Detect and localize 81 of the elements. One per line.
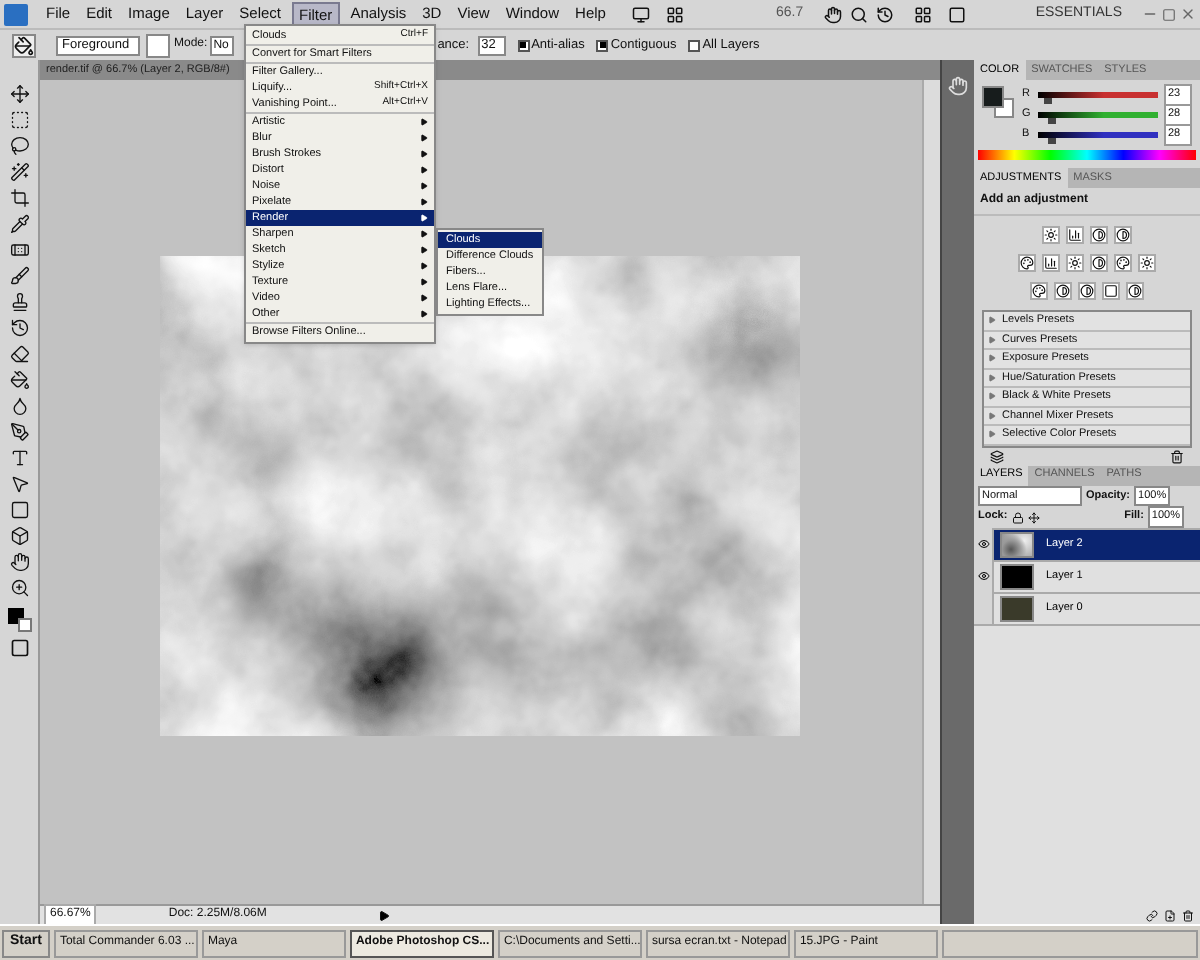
color-swatches-icon[interactable] (7, 608, 31, 632)
expand-icon[interactable] (988, 430, 996, 439)
eraser-icon[interactable] (9, 344, 29, 364)
eye-icon (977, 538, 989, 550)
rectangle-icon[interactable] (9, 500, 29, 520)
visibility-toggle[interactable] (974, 592, 994, 624)
expand-icon[interactable] (988, 373, 996, 382)
expand-icon[interactable] (988, 354, 996, 363)
view-extras-icon[interactable] (665, 5, 684, 23)
type-icon[interactable] (9, 448, 29, 468)
slider-thumb[interactable] (1047, 118, 1056, 124)
crop-icon[interactable] (9, 188, 29, 208)
lasso-icon[interactable] (9, 136, 29, 156)
adjustment-icon[interactable] (1078, 282, 1096, 300)
expand-icon[interactable] (988, 392, 996, 401)
slider-thumb[interactable] (1047, 138, 1056, 144)
pointer-icon[interactable] (9, 474, 29, 494)
lock-icon[interactable] (1011, 511, 1024, 523)
hand-icon[interactable] (823, 5, 842, 23)
stamp-icon[interactable] (9, 292, 29, 312)
wand-icon[interactable] (9, 162, 29, 182)
bandage-icon[interactable] (9, 240, 29, 260)
expand-icon[interactable] (988, 335, 996, 344)
adjustment-icon[interactable] (1114, 226, 1132, 244)
adjustment-icon[interactable] (1102, 282, 1120, 300)
droplet-icon[interactable] (9, 396, 29, 416)
checkbox[interactable] (688, 39, 701, 51)
slider-thumb[interactable] (1044, 98, 1053, 104)
cube-icon[interactable] (9, 526, 29, 546)
expand-icon[interactable] (988, 316, 996, 325)
play-icon[interactable] (378, 909, 391, 921)
trash-icon[interactable] (1182, 909, 1194, 921)
paint-bucket-icon[interactable] (9, 370, 29, 390)
move-icon[interactable] (1027, 511, 1040, 523)
adjustment-icon[interactable] (1126, 282, 1144, 300)
color-spectrum[interactable] (978, 150, 1196, 160)
layers-icon[interactable] (990, 449, 1004, 463)
layer-thumbnail (1000, 531, 1034, 557)
channel-slider[interactable] (1038, 112, 1158, 118)
adjustment-icon[interactable] (1114, 254, 1132, 272)
quick-mask-icon[interactable] (9, 638, 29, 658)
app-logo-icon (4, 3, 28, 25)
checkbox[interactable] (517, 39, 530, 51)
close-icon[interactable] (1180, 6, 1196, 22)
checkbox[interactable] (596, 39, 609, 51)
link-icon[interactable] (1146, 909, 1158, 921)
eye-icon (977, 570, 989, 582)
layer-thumbnail (1000, 563, 1034, 589)
adjustment-icon[interactable] (1042, 226, 1060, 244)
adjustment-icon[interactable] (1030, 282, 1048, 300)
adjustment-icon[interactable] (1090, 226, 1108, 244)
new-layer-icon[interactable] (1164, 909, 1176, 921)
adjustment-icon[interactable] (1054, 282, 1072, 300)
zoom-icon[interactable] (849, 5, 868, 23)
color-swatches-icon[interactable] (982, 86, 1014, 118)
bridge-icon[interactable] (631, 5, 650, 23)
trash-icon[interactable] (1170, 449, 1184, 463)
adjustment-icon[interactable] (1090, 254, 1108, 272)
channel-slider[interactable] (1038, 92, 1158, 98)
arrange-icon[interactable] (913, 5, 932, 23)
paint-bucket-icon[interactable] (12, 33, 36, 57)
adjustment-icon[interactable] (1138, 254, 1156, 272)
screen-mode-icon[interactable] (947, 5, 966, 23)
zoom-icon[interactable] (9, 578, 29, 598)
adjustment-icon[interactable] (1018, 254, 1036, 272)
expand-icon[interactable] (988, 411, 996, 420)
pattern-swatch[interactable] (146, 33, 170, 57)
restore-icon[interactable] (1162, 7, 1176, 21)
brush-icon[interactable] (9, 266, 29, 286)
eyedropper-icon[interactable] (9, 214, 29, 234)
pen-icon[interactable] (9, 422, 29, 442)
adjustment-icon[interactable] (1066, 226, 1084, 244)
adjustment-icon[interactable] (1066, 254, 1084, 272)
adjustment-icon[interactable] (1042, 254, 1060, 272)
vertical-scrollbar[interactable] (922, 80, 940, 904)
marquee-icon[interactable] (9, 110, 29, 130)
layer-thumbnail (1000, 595, 1034, 621)
channel-slider[interactable] (1038, 132, 1158, 138)
move-icon[interactable] (9, 84, 29, 104)
history-brush-icon[interactable] (9, 318, 29, 338)
hand-icon[interactable] (9, 552, 29, 572)
